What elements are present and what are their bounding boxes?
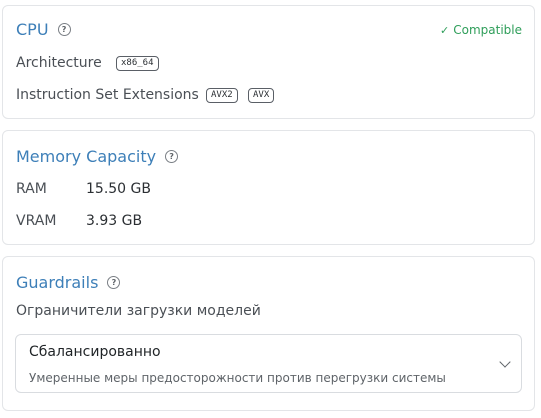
compatible-label: Compatible <box>453 23 522 37</box>
memory-title-text: Memory Capacity <box>16 147 157 166</box>
extensions-label: Instruction Set Extensions <box>16 87 199 103</box>
guardrails-select[interactable]: Сбалансированно Умеренные меры предостор… <box>15 334 522 393</box>
select-value: Сбалансированно <box>29 344 161 360</box>
guardrails-subtitle: Ограничители загрузки моделей <box>16 303 261 319</box>
compatible-status: ✓ Compatible <box>440 23 522 37</box>
memory-card: Memory Capacity ? RAM 15.50 GB VRAM 3.93… <box>2 130 535 245</box>
help-icon[interactable]: ? <box>57 23 71 36</box>
cpu-title: CPU ? <box>16 20 71 39</box>
vram-value: 3.93 GB <box>86 213 143 229</box>
cpu-title-text: CPU <box>16 20 49 39</box>
extension-badge-avx2: AVX2 <box>206 88 238 103</box>
guardrails-title-text: Guardrails <box>16 273 99 292</box>
cpu-card: CPU ? ✓ Compatible Architecture x86_64 I… <box>2 5 535 119</box>
help-icon[interactable]: ? <box>107 276 121 289</box>
guardrails-card: Guardrails ? Ограничители загрузки модел… <box>2 256 535 411</box>
extension-badge-avx: AVX <box>248 88 275 103</box>
ram-value: 15.50 GB <box>86 181 151 197</box>
select-description: Умеренные меры предосторожности против п… <box>29 371 446 385</box>
memory-title: Memory Capacity ? <box>16 147 179 166</box>
guardrails-title: Guardrails ? <box>16 273 121 292</box>
check-icon: ✓ <box>440 23 450 37</box>
architecture-badge: x86_64 <box>116 56 159 71</box>
architecture-label: Architecture <box>16 55 102 71</box>
vram-label: VRAM <box>16 213 57 229</box>
chevron-down-icon[interactable] <box>499 356 511 368</box>
ram-label: RAM <box>16 181 47 197</box>
help-icon[interactable]: ? <box>165 150 179 163</box>
